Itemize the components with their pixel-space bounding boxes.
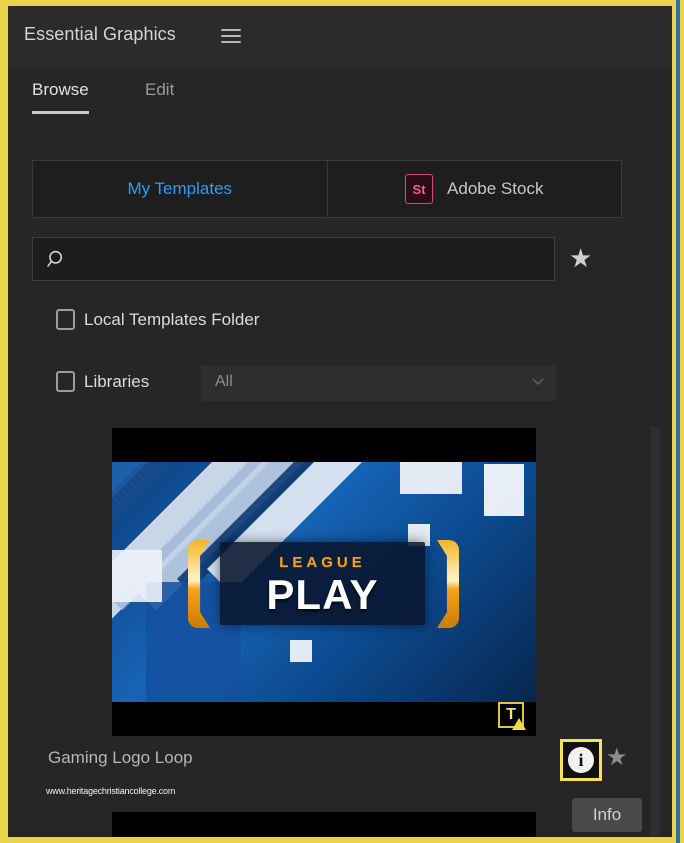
- logo-top-text: LEAGUE: [279, 554, 366, 571]
- checkbox-libraries[interactable]: [56, 371, 75, 392]
- info-icon: i: [568, 747, 594, 773]
- decorative-block: [290, 640, 312, 662]
- template-thumbnail[interactable]: LEAGUE PLAY T: [112, 428, 536, 736]
- hamburger-menu-icon[interactable]: [221, 29, 241, 44]
- essential-graphics-panel: Essential Graphics Browse Edit My Templa…: [8, 6, 672, 837]
- filter-libraries[interactable]: Libraries: [56, 371, 149, 392]
- template-title: Gaming Logo Loop: [48, 748, 193, 767]
- logo-main-text: PLAY: [266, 571, 379, 618]
- panel-header: Essential Graphics: [8, 6, 672, 68]
- search-bar[interactable]: [32, 237, 555, 282]
- hamburger-bar: [221, 41, 241, 43]
- warning-triangle-icon: [512, 718, 526, 730]
- decorative-block: [400, 462, 462, 494]
- search-icon: [47, 250, 63, 267]
- source-adobe-stock-label: Adobe Stock: [447, 179, 544, 198]
- template-source-toggle: My Templates St Adobe Stock: [32, 160, 622, 218]
- frame-blue-edge: [676, 0, 680, 843]
- decorative-block: [484, 464, 524, 516]
- template-info-button[interactable]: i: [560, 739, 602, 781]
- label-libraries: Libraries: [84, 371, 150, 391]
- page-title: Essential Graphics: [24, 24, 176, 44]
- panel-tabs: Browse Edit: [8, 80, 672, 130]
- missing-font-warning-icon: T: [498, 702, 526, 730]
- source-adobe-stock-button[interactable]: St Adobe Stock: [327, 160, 622, 218]
- hamburger-bar: [221, 29, 241, 31]
- favorites-filter-star-icon[interactable]: ★: [569, 245, 592, 271]
- library-select-value: All: [215, 373, 233, 390]
- template-favorite-star-icon[interactable]: ★: [606, 746, 628, 770]
- source-my-templates-label: My Templates: [127, 179, 233, 198]
- checkbox-local-templates-folder[interactable]: [56, 309, 75, 330]
- tab-browse[interactable]: Browse: [32, 80, 89, 114]
- library-select[interactable]: All: [201, 365, 556, 401]
- template-card[interactable]: LEAGUE PLAY T Gaming Logo Loop i ★ www.h…: [46, 428, 628, 796]
- filter-local-templates-folder[interactable]: Local Templates Folder: [56, 309, 259, 330]
- thumbnail-artwork: LEAGUE PLAY: [112, 462, 536, 702]
- tab-edit[interactable]: Edit: [145, 80, 174, 106]
- decorative-block: [112, 550, 162, 602]
- template-results-list: LEAGUE PLAY T Gaming Logo Loop i ★ www.h…: [8, 416, 672, 837]
- template-card-next[interactable]: [112, 812, 536, 837]
- template-thumbnail-partial[interactable]: [112, 812, 536, 837]
- hamburger-bar: [221, 35, 241, 37]
- tooltip-info: Info: [572, 798, 642, 832]
- source-my-templates-button[interactable]: My Templates: [32, 160, 328, 218]
- adobe-stock-icon: St: [405, 174, 434, 204]
- label-local-templates-folder: Local Templates Folder: [84, 309, 260, 329]
- logo-plate: LEAGUE PLAY: [220, 542, 425, 625]
- results-scrollbar[interactable]: [651, 426, 660, 837]
- screenshot-root: Essential Graphics Browse Edit My Templa…: [0, 0, 684, 843]
- template-card-footer: Gaming Logo Loop i ★ www.heritagechristi…: [46, 736, 628, 796]
- chevron-down-icon: [532, 378, 544, 385]
- watermark-text: www.heritagechristiancollege.com: [46, 786, 176, 796]
- logo-bracket-right: [437, 540, 459, 628]
- search-input[interactable]: [77, 238, 551, 282]
